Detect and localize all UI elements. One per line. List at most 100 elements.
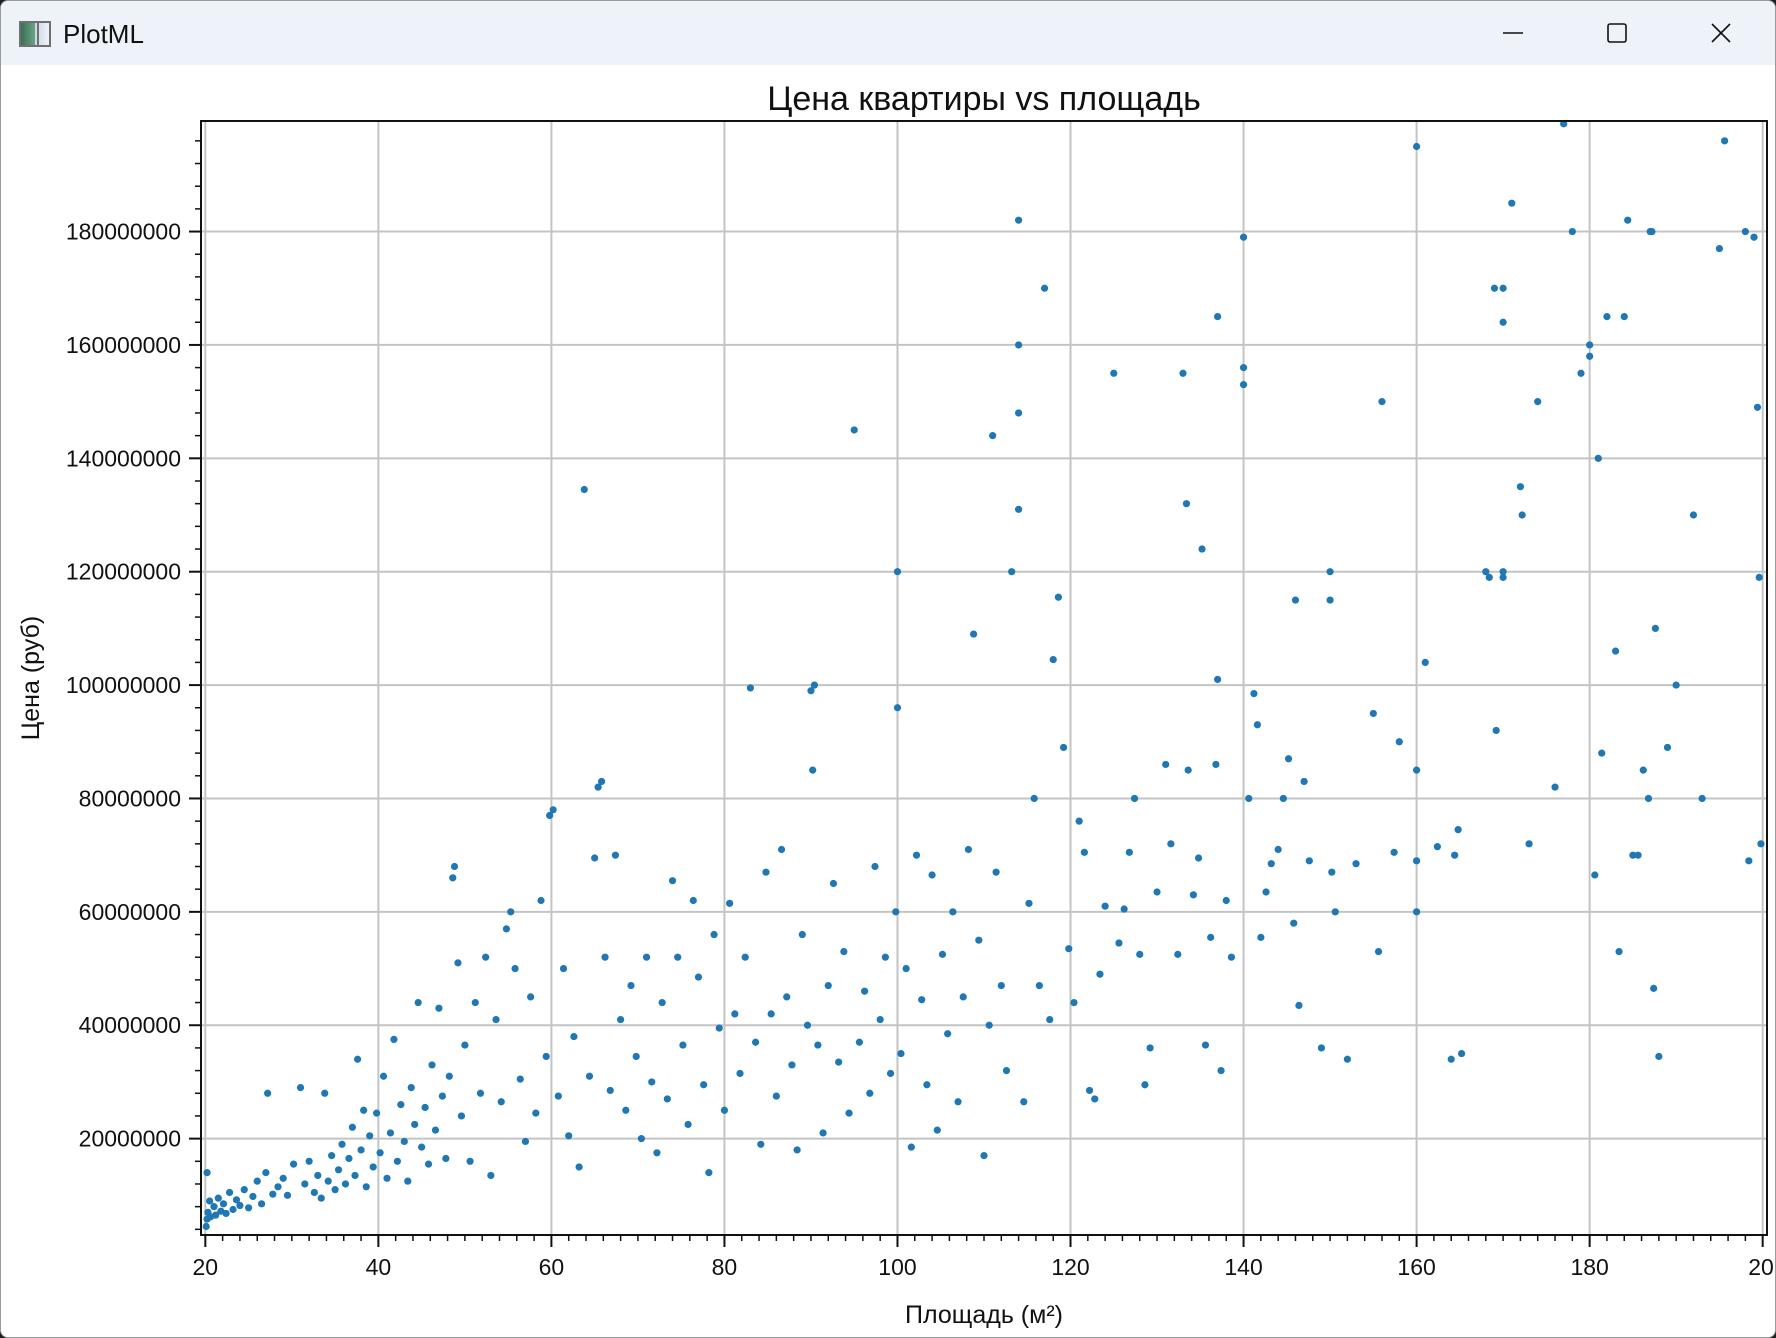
- data-point: [622, 1106, 630, 1114]
- data-point: [449, 874, 457, 882]
- data-point: [611, 851, 620, 859]
- data-point: [855, 1038, 864, 1046]
- data-point: [653, 1149, 661, 1157]
- data-point: [606, 1086, 614, 1095]
- data-point: [793, 1146, 801, 1154]
- data-point: [257, 1200, 266, 1208]
- data-point: [345, 1154, 353, 1163]
- data-point: [341, 1180, 350, 1188]
- y-tick-label: 60000000: [79, 899, 181, 925]
- data-point: [1091, 1095, 1099, 1103]
- data-point: [244, 1204, 253, 1212]
- data-point: [229, 1205, 237, 1214]
- data-point: [1291, 596, 1300, 604]
- data-point: [1198, 545, 1206, 553]
- y-tick-label: 120000000: [66, 559, 181, 585]
- data-point: [1250, 689, 1258, 698]
- data-point: [944, 1030, 952, 1038]
- data-point: [310, 1188, 318, 1197]
- data-point: [850, 426, 858, 434]
- data-point: [376, 1149, 384, 1157]
- data-point: [1070, 998, 1078, 1007]
- data-point: [338, 1140, 346, 1148]
- data-point: [421, 1103, 429, 1112]
- data-point: [1162, 760, 1170, 769]
- maximize-button[interactable]: [1565, 1, 1669, 65]
- y-axis-label: Цена (руб): [17, 616, 45, 740]
- data-point: [1130, 794, 1139, 803]
- data-point: [1136, 950, 1144, 958]
- data-point: [348, 1123, 357, 1131]
- data-point: [1757, 840, 1765, 848]
- x-tick-label: 180: [1570, 1254, 1608, 1280]
- data-point: [980, 1152, 988, 1160]
- data-point: [798, 930, 806, 939]
- data-point: [445, 1072, 453, 1080]
- data-point: [871, 862, 879, 871]
- data-point: [575, 1163, 583, 1171]
- data-point: [1020, 1098, 1028, 1106]
- data-point: [482, 953, 490, 961]
- data-point: [1222, 896, 1230, 905]
- data-point: [1499, 318, 1507, 326]
- data-point: [933, 1126, 941, 1134]
- data-point: [627, 981, 635, 990]
- data-point: [1412, 142, 1421, 151]
- data-point: [334, 1166, 343, 1174]
- data-point: [366, 1132, 374, 1140]
- data-point: [580, 485, 588, 494]
- data-point: [404, 1177, 412, 1185]
- data-point: [542, 1052, 550, 1061]
- data-point: [907, 1143, 915, 1151]
- data-point: [1518, 511, 1526, 519]
- x-tick-label: 20: [193, 1254, 219, 1280]
- data-point: [1227, 953, 1236, 961]
- data-point: [507, 908, 515, 916]
- data-point: [912, 851, 921, 859]
- data-point: [1328, 868, 1336, 876]
- data-point: [845, 1109, 853, 1117]
- data-points: [202, 120, 1765, 1231]
- data-point: [1755, 573, 1763, 581]
- data-point: [521, 1137, 530, 1146]
- title-bar[interactable]: PlotML: [1, 1, 1775, 65]
- data-point: [1753, 403, 1762, 411]
- data-point: [694, 973, 703, 981]
- data-point: [497, 1098, 505, 1106]
- data-point: [1412, 857, 1421, 865]
- x-tick-label: 20: [1748, 1254, 1774, 1280]
- data-point: [1451, 851, 1459, 859]
- data-point: [457, 1112, 466, 1120]
- data-point: [407, 1084, 415, 1092]
- data-point: [1096, 970, 1104, 978]
- data-point: [1101, 902, 1109, 910]
- data-point: [411, 1120, 419, 1129]
- x-axis-ticks: 20 40 60 80 100 120 140 160 180 20: [193, 1235, 1774, 1280]
- minimize-icon: [1503, 32, 1523, 34]
- data-point: [1615, 947, 1623, 956]
- close-button[interactable]: [1669, 1, 1773, 65]
- data-point: [1591, 871, 1599, 879]
- data-point: [379, 1072, 388, 1080]
- data-point: [1611, 647, 1620, 655]
- data-point: [461, 1041, 469, 1049]
- window-title: PlotML: [63, 19, 144, 49]
- plot-frame: [200, 120, 1768, 1236]
- data-point: [840, 947, 848, 956]
- grid-lines: [201, 121, 1767, 1235]
- data-point: [1620, 312, 1628, 321]
- data-point: [249, 1192, 257, 1201]
- minimize-button[interactable]: [1461, 1, 1565, 65]
- data-point: [923, 1081, 931, 1089]
- data-point: [1207, 933, 1215, 941]
- data-point: [1745, 857, 1753, 865]
- data-point: [1499, 284, 1507, 292]
- data-point: [1030, 794, 1038, 803]
- data-point: [1015, 505, 1023, 513]
- data-point: [726, 899, 734, 907]
- data-point: [1644, 794, 1653, 803]
- data-point: [253, 1177, 261, 1185]
- data-point: [1331, 908, 1339, 916]
- y-tick-label: 160000000: [66, 332, 181, 358]
- data-point: [1110, 369, 1118, 377]
